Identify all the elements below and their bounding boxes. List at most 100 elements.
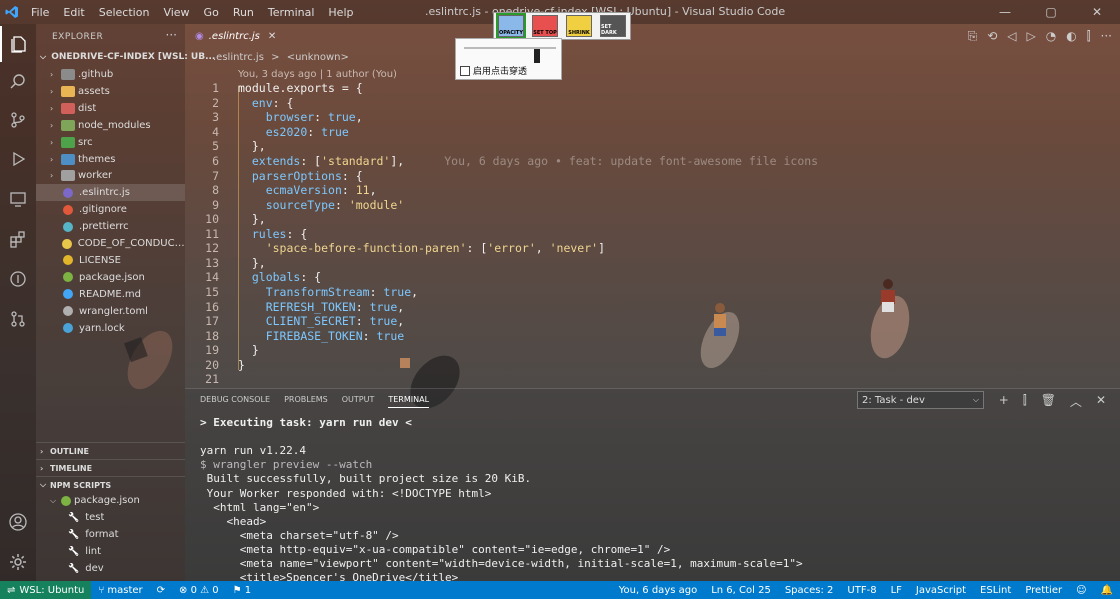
code-line: 11 rules: { [185, 227, 307, 242]
previous-change-icon[interactable]: ◁ [1007, 29, 1016, 44]
end-of-line[interactable]: LF [884, 585, 909, 596]
npm-script-test[interactable]: 🔧 test [36, 509, 185, 526]
more-actions-icon[interactable]: ··· [1101, 29, 1112, 44]
inline-blame[interactable]: You, 6 days ago • feat: update font-awes… [444, 154, 818, 168]
language-mode[interactable]: JavaScript [909, 585, 973, 596]
outline-section[interactable]: › OUTLINE [36, 442, 185, 459]
checkbox-box[interactable] [460, 65, 470, 76]
menu-run[interactable]: Run [226, 6, 261, 19]
file-item[interactable]: README.md [36, 286, 185, 303]
minimize-button[interactable]: — [982, 0, 1028, 24]
menu-go[interactable]: Go [197, 6, 226, 19]
prettier-status[interactable]: Prettier [1018, 585, 1069, 596]
panel-tab-output[interactable]: OUTPUT [342, 395, 375, 408]
remote-explorer-icon[interactable] [0, 181, 36, 217]
split-editor-icon[interactable]: ⫿ [1087, 29, 1091, 44]
folder-item[interactable]: › src [36, 134, 185, 151]
chevron-right-icon: › [50, 103, 54, 113]
notifications-bell-icon[interactable]: 🔔 [1094, 585, 1120, 596]
eslint-status[interactable]: ESLint [973, 585, 1018, 596]
search-icon[interactable] [0, 64, 36, 100]
folder-item[interactable]: › dist [36, 100, 185, 117]
folder-item[interactable]: › node_modules [36, 117, 185, 134]
toggle-blame-icon[interactable]: ◐ [1066, 29, 1076, 44]
terminal-select[interactable]: 2: Task - dev ⌵ [857, 391, 984, 409]
maximize-panel-icon[interactable]: ︿ [1070, 393, 1082, 410]
npm-script-lint[interactable]: 🔧 lint [36, 543, 185, 560]
timeline-section[interactable]: › TIMELINE [36, 459, 185, 476]
menu-view[interactable]: View [156, 6, 196, 19]
pull-requests-icon[interactable] [0, 301, 36, 337]
folder-item[interactable]: › themes [36, 151, 185, 168]
opacity-slider-thumb[interactable] [533, 49, 540, 63]
file-item[interactable]: .eslintrc.js [36, 184, 185, 202]
gitlens-icon[interactable] [0, 261, 36, 297]
kill-terminal-icon[interactable]: 🗑 [1041, 393, 1056, 410]
code-token: module.exports = { [238, 81, 363, 96]
problems-indicator[interactable]: ⊗ 0 ⚠ 0 [172, 585, 226, 596]
npm-package-item[interactable]: ⌵ package.json [36, 492, 185, 509]
maximize-button[interactable]: ▢ [1028, 0, 1074, 24]
branch-indicator[interactable]: ⑂ master [91, 585, 149, 596]
indentation[interactable]: Spaces: 2 [778, 585, 841, 596]
close-panel-icon[interactable]: ✕ [1096, 393, 1106, 410]
codelens-blame[interactable]: You, 3 days ago | 1 author (You) [238, 69, 397, 80]
go-back-icon[interactable]: ⟲ [987, 29, 997, 44]
npm-scripts-section[interactable]: ⌵ NPM SCRIPTS [36, 476, 185, 493]
split-terminal-icon[interactable]: ⫿ [1023, 393, 1027, 410]
tab-eslintrc[interactable]: ◉ .eslintrc.js ✕ [185, 24, 286, 49]
remote-indicator[interactable]: ⇌ WSL: Ubuntu [0, 581, 92, 599]
extensions-icon[interactable] [0, 221, 36, 257]
opacity-button[interactable]: OPACITY [496, 13, 526, 39]
sync-icon[interactable]: ⟳ [150, 585, 172, 596]
opacity-slider[interactable] [464, 47, 556, 63]
panel-tab-debug-console[interactable]: DEBUG CONSOLE [200, 395, 270, 408]
account-icon[interactable] [0, 504, 36, 540]
more-actions-icon[interactable]: ··· [166, 28, 177, 42]
code-token: , [355, 110, 363, 125]
click-through-checkbox[interactable]: 启用点击穿透 [460, 64, 527, 77]
menu-terminal[interactable]: Terminal [261, 6, 322, 19]
set-top-button[interactable]: SET TOP [532, 15, 558, 37]
file-item[interactable]: LICENSE [36, 252, 185, 269]
source-control-icon[interactable] [0, 102, 36, 138]
file-item[interactable]: CODE_OF_CONDUCT.... [36, 235, 185, 252]
cursor-position[interactable]: Ln 6, Col 25 [704, 585, 778, 596]
folder-item[interactable]: › assets [36, 83, 185, 100]
explorer-icon[interactable] [0, 26, 36, 62]
file-item[interactable]: .prettierrc [36, 218, 185, 235]
menu-selection[interactable]: Selection [92, 6, 157, 19]
shrink-button[interactable]: SHRINK [566, 15, 592, 37]
menu-file[interactable]: File [24, 6, 56, 19]
panel-tab-problems[interactable]: PROBLEMS [284, 395, 328, 408]
file-item[interactable]: package.json [36, 269, 185, 286]
close-tab-icon[interactable]: ✕ [268, 31, 276, 42]
next-change-icon[interactable]: ▷ [1027, 29, 1036, 44]
manage-gear-icon[interactable] [0, 544, 36, 580]
panel-tab-terminal[interactable]: TERMINAL [388, 395, 430, 408]
yarn-icon [63, 323, 73, 333]
feedback-icon[interactable]: ☺ [1069, 585, 1093, 596]
workspace-root[interactable]: ⌵ ONEDRIVE-CF-INDEX [WSL: UB... [40, 52, 215, 62]
breadcrumb-symbol[interactable]: <unknown> [287, 52, 349, 63]
encoding[interactable]: UTF-8 [840, 585, 883, 596]
new-terminal-icon[interactable]: + [999, 393, 1009, 410]
breadcrumb-file[interactable]: .eslintrc.js [213, 52, 264, 63]
folder-item[interactable]: › .github [36, 66, 185, 83]
blame-status[interactable]: You, 6 days ago [612, 585, 705, 596]
live-share-indicator[interactable]: ⚑ 1 [226, 585, 259, 596]
menu-edit[interactable]: Edit [56, 6, 91, 19]
close-window-button[interactable]: ✕ [1074, 0, 1120, 24]
code-token: : [334, 197, 349, 212]
run-debug-icon[interactable] [0, 141, 36, 177]
set-dark-button[interactable]: SET DARK [600, 15, 626, 37]
npm-script-dev[interactable]: 🔧 dev [36, 560, 185, 577]
open-changes-icon[interactable]: ⎘ [968, 29, 978, 44]
npm-script-format[interactable]: 🔧 format [36, 526, 185, 543]
menu-help[interactable]: Help [321, 6, 360, 19]
terminal-line: <meta name="viewport" content="width=dev… [200, 557, 803, 570]
folder-item[interactable]: › worker [36, 167, 185, 184]
file-item[interactable]: .gitignore [36, 201, 185, 218]
gitlens-compare-icon[interactable]: ◔ [1046, 29, 1056, 44]
